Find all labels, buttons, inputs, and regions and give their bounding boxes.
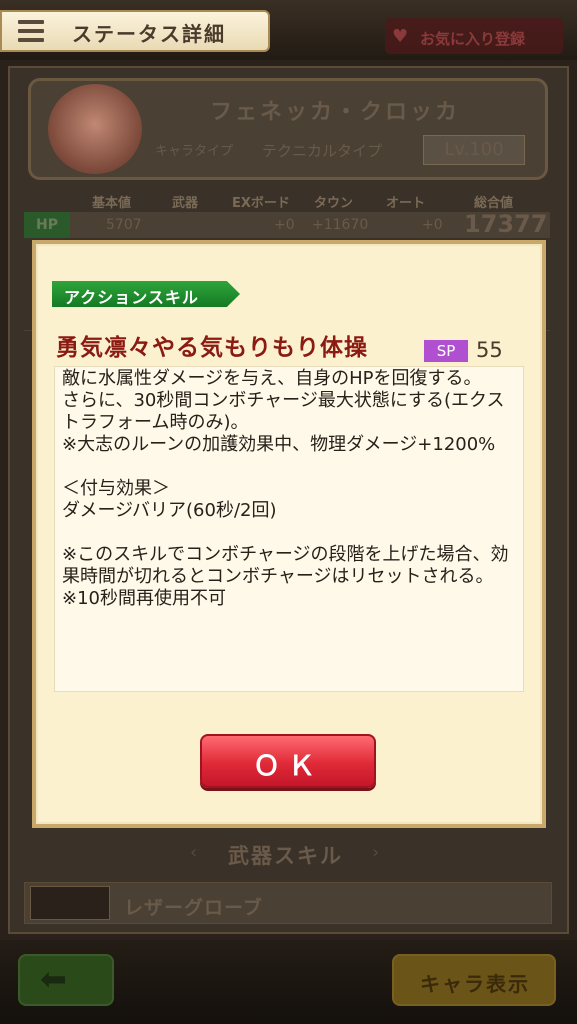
- favorite-label: お気に入り登録: [420, 30, 526, 48]
- sp-value: 55: [476, 338, 503, 362]
- page-title: ステータス詳細: [72, 22, 226, 46]
- hp-label: HP: [24, 212, 70, 238]
- character-avatar: [48, 84, 142, 174]
- hp-total: 17377: [464, 210, 548, 238]
- stat-header-auto: オート: [386, 196, 426, 211]
- stat-headers: 基本値 武器 EXボード タウン オート 総合値: [28, 192, 548, 212]
- hp-base: 5707: [106, 217, 142, 233]
- hp-town: +11670: [312, 217, 369, 233]
- ok-label: ＯＫ: [253, 751, 323, 782]
- weapon-name: レザーグローブ: [124, 897, 263, 919]
- weapon-skill-header: 武器スキル: [228, 844, 343, 868]
- sp-badge: SP: [424, 340, 468, 362]
- back-arrow-icon: ⬅: [40, 960, 67, 998]
- skill-type-label: アクションスキル: [64, 288, 199, 307]
- skill-description: 敵に水属性ダメージを与え、自身のHPを回復する。 さらに、30秒間コンボチャージ…: [62, 368, 509, 609]
- character-type-label: キャラタイプ: [155, 144, 234, 159]
- stat-header-exboard: EXボード: [232, 196, 290, 211]
- weapon-icon: [30, 886, 110, 920]
- level-badge: Lv.100: [423, 135, 525, 165]
- stat-header-town: タウン: [314, 196, 354, 211]
- stat-header-weapon: 武器: [172, 196, 199, 211]
- skill-name: 勇気凛々やる気もりもり体操: [56, 335, 368, 361]
- character-name: フェネッカ・クロッカ: [210, 100, 461, 125]
- character-type-value: テクニカルタイプ: [262, 142, 383, 160]
- heart-icon: ♥: [392, 26, 409, 47]
- stat-header-base: 基本値: [92, 196, 132, 211]
- hp-exboard: +0: [274, 217, 295, 233]
- hp-auto: +0: [422, 217, 443, 233]
- chevron-right-icon[interactable]: ›: [372, 842, 379, 863]
- stat-header-total: 総合値: [474, 196, 514, 211]
- menu-icon[interactable]: [18, 20, 44, 42]
- chevron-left-icon[interactable]: ‹: [190, 842, 197, 863]
- character-display-label: キャラ表示: [420, 972, 530, 996]
